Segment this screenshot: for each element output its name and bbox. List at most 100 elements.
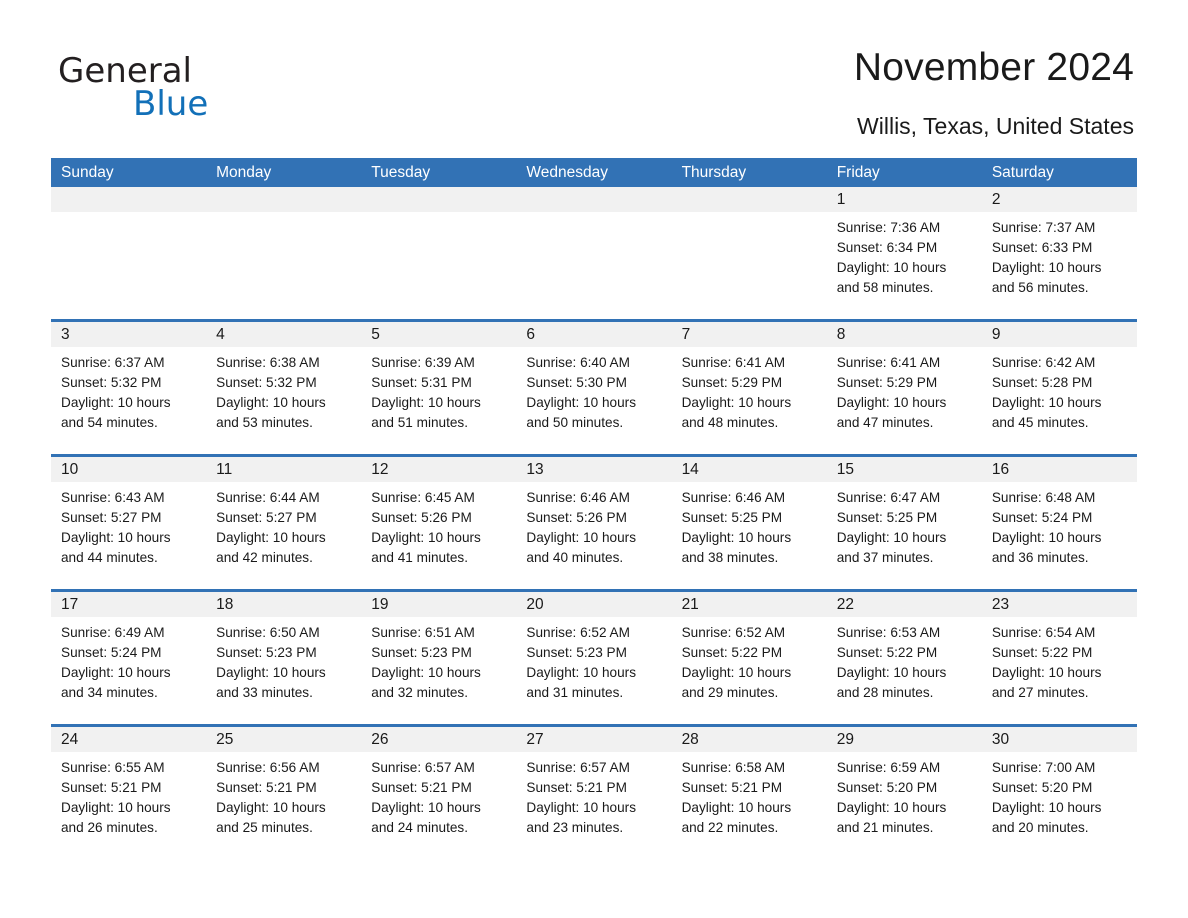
calendar-day-cell[interactable]: 29 Sunrise: 6:59 AM Sunset: 5:20 PM Dayligh…	[826, 727, 982, 859]
daylight-text-line1: Daylight: 10 hours	[836, 800, 947, 815]
daylight-text-line1: Daylight: 10 hours	[371, 530, 481, 545]
day-details: Sunrise: 6:58 AM Sunset: 5:21 PM Daylight:…	[672, 752, 827, 838]
day-number: 23	[991, 596, 1010, 613]
daylight-text-line1: Daylight: 10 hours	[836, 260, 947, 275]
sunrise-text: Sunrise: 6:58 AM	[681, 760, 786, 775]
calendar-day-cell[interactable]: 2 Sunrise: 7:37 AM Sunset: 6:33 PM Daylight…	[981, 187, 1137, 319]
day-number-band: 28	[671, 727, 827, 752]
daylight-text-line2: and 33 minutes.	[216, 685, 313, 700]
day-details: Sunrise: 6:49 AM Sunset: 5:24 PM Daylight:…	[51, 617, 206, 703]
day-details: Sunrise: 6:46 AM Sunset: 5:26 PM Daylight:…	[516, 482, 671, 568]
daylight-text-line2: and 38 minutes.	[681, 550, 779, 565]
calendar-day-cell[interactable]: 21 Sunrise: 6:52 AM Sunset: 5:22 PM Dayligh…	[671, 592, 827, 724]
day-details: Sunrise: 7:36 AM Sunset: 6:34 PM Daylight:…	[827, 212, 982, 298]
calendar-weeks: 1 Sunrise: 7:36 AM Sunset: 6:34 PM Daylight…	[51, 187, 1137, 859]
sunrise-text: Sunrise: 6:56 AM	[216, 760, 320, 775]
calendar-day-cell[interactable]: 12 Sunrise: 6:45 AM Sunset: 5:26 PM Dayligh…	[361, 457, 517, 589]
calendar-day-cell[interactable]: 23 Sunrise: 6:54 AM Sunset: 5:22 PM Dayligh…	[981, 592, 1137, 724]
day-number: 13	[526, 461, 544, 478]
calendar-day-cell[interactable]: 11 Sunrise: 6:44 AM Sunset: 5:27 PM Dayligh…	[206, 457, 362, 589]
day-details: Sunrise: 6:39 AM Sunset: 5:31 PM Daylight:…	[361, 347, 516, 433]
calendar-day-cell-empty[interactable]	[516, 187, 672, 319]
calendar-day-cell[interactable]: 16 Sunrise: 6:48 AM Sunset: 5:24 PM Dayligh…	[981, 457, 1137, 589]
calendar-day-cell[interactable]: 5 Sunrise: 6:39 AM Sunset: 5:31 PM Daylight…	[361, 322, 517, 454]
sunrise-text: Sunrise: 6:48 AM	[991, 490, 1096, 505]
sunset-text: Sunset: 5:31 PM	[371, 375, 472, 390]
day-details: Sunrise: 6:56 AM Sunset: 5:21 PM Daylight:…	[206, 752, 361, 838]
daylight-text-line1: Daylight: 10 hours	[371, 395, 481, 410]
day-details: Sunrise: 6:46 AM Sunset: 5:25 PM Daylight:…	[672, 482, 827, 568]
calendar-day-cell[interactable]: 14 Sunrise: 6:46 AM Sunset: 5:25 PM Dayligh…	[671, 457, 827, 589]
calendar-day-cell[interactable]: 9 Sunrise: 6:42 AM Sunset: 5:28 PM Daylight…	[981, 322, 1137, 454]
generalblue-logo[interactable]: General Blue	[58, 52, 358, 132]
sunrise-text: Sunrise: 6:54 AM	[991, 625, 1096, 640]
day-number-band: 3	[51, 322, 207, 347]
daylight-text-line1: Daylight: 10 hours	[991, 800, 1102, 815]
day-details: Sunrise: 6:52 AM Sunset: 5:22 PM Daylight:…	[672, 617, 827, 703]
calendar-day-cell-empty[interactable]	[361, 187, 517, 319]
sunset-text: Sunset: 5:25 PM	[681, 510, 783, 525]
day-number-band: 22	[826, 592, 982, 617]
calendar-day-cell[interactable]: 19 Sunrise: 6:51 AM Sunset: 5:23 PM Dayligh…	[361, 592, 517, 724]
day-number: 1	[836, 191, 846, 208]
sunrise-text: Sunrise: 6:41 AM	[681, 355, 786, 370]
daylight-text-line1: Daylight: 10 hours	[216, 395, 326, 410]
day-number-band: 10	[51, 457, 207, 482]
calendar-day-cell[interactable]: 24 Sunrise: 6:55 AM Sunset: 5:21 PM Dayligh…	[51, 727, 207, 859]
day-details: Sunrise: 6:59 AM Sunset: 5:20 PM Daylight:…	[827, 752, 982, 838]
day-number-band: 5	[361, 322, 517, 347]
calendar-day-cell[interactable]: 1 Sunrise: 7:36 AM Sunset: 6:34 PM Daylight…	[826, 187, 982, 319]
calendar-day-cell-empty[interactable]	[206, 187, 362, 319]
sunset-text: Sunset: 5:22 PM	[836, 645, 938, 660]
calendar-day-cell[interactable]: 25 Sunrise: 6:56 AM Sunset: 5:21 PM Dayligh…	[206, 727, 362, 859]
sunset-text: Sunset: 5:29 PM	[836, 375, 938, 390]
sunrise-text: Sunrise: 6:57 AM	[526, 760, 630, 775]
day-header-thursday: Thursday	[681, 164, 747, 181]
daylight-text-line1: Daylight: 10 hours	[61, 530, 171, 545]
calendar-day-cell[interactable]: 17 Sunrise: 6:49 AM Sunset: 5:24 PM Dayligh…	[51, 592, 207, 724]
calendar-day-cell[interactable]: 30 Sunrise: 7:00 AM Sunset: 5:20 PM Dayligh…	[981, 727, 1137, 859]
day-details: Sunrise: 6:43 AM Sunset: 5:27 PM Daylight:…	[51, 482, 206, 568]
day-number: 21	[681, 596, 699, 613]
day-number: 20	[526, 596, 544, 613]
calendar-day-cell[interactable]: 26 Sunrise: 6:57 AM Sunset: 5:21 PM Dayligh…	[361, 727, 517, 859]
daylight-text-line2: and 41 minutes.	[371, 550, 469, 565]
calendar-day-cell[interactable]: 27 Sunrise: 6:57 AM Sunset: 5:21 PM Dayligh…	[516, 727, 672, 859]
day-number: 5	[371, 326, 380, 343]
sunrise-text: Sunrise: 6:53 AM	[836, 625, 941, 640]
daylight-text-line2: and 23 minutes.	[526, 820, 624, 835]
calendar-day-cell[interactable]: 8 Sunrise: 6:41 AM Sunset: 5:29 PM Daylight…	[826, 322, 982, 454]
calendar-day-cell[interactable]: 20 Sunrise: 6:52 AM Sunset: 5:23 PM Dayligh…	[516, 592, 672, 724]
calendar-week-row: 1 Sunrise: 7:36 AM Sunset: 6:34 PM Daylight…	[51, 187, 1137, 319]
daylight-text-line1: Daylight: 10 hours	[681, 665, 792, 680]
calendar-day-cell[interactable]: 18 Sunrise: 6:50 AM Sunset: 5:23 PM Dayligh…	[206, 592, 362, 724]
calendar-day-cell[interactable]: 10 Sunrise: 6:43 AM Sunset: 5:27 PM Dayligh…	[51, 457, 207, 589]
daylight-text-line2: and 32 minutes.	[371, 685, 469, 700]
day-header-sunday: Sunday	[61, 164, 114, 181]
sunset-text: Sunset: 5:27 PM	[216, 510, 317, 525]
sunset-text: Sunset: 5:21 PM	[681, 780, 783, 795]
day-number: 26	[371, 731, 389, 748]
calendar-day-cell[interactable]: 22 Sunrise: 6:53 AM Sunset: 5:22 PM Dayligh…	[826, 592, 982, 724]
calendar-day-cell[interactable]: 13 Sunrise: 6:46 AM Sunset: 5:26 PM Dayligh…	[516, 457, 672, 589]
calendar-day-cell-empty[interactable]	[51, 187, 207, 319]
calendar-day-cell[interactable]: 28 Sunrise: 6:58 AM Sunset: 5:21 PM Dayligh…	[671, 727, 827, 859]
calendar-week-row: 3 Sunrise: 6:37 AM Sunset: 5:32 PM Daylight…	[51, 319, 1137, 454]
calendar-day-cell-empty[interactable]	[671, 187, 827, 319]
day-number-band: 21	[671, 592, 827, 617]
sunrise-text: Sunrise: 6:57 AM	[371, 760, 475, 775]
calendar-day-cell[interactable]: 3 Sunrise: 6:37 AM Sunset: 5:32 PM Daylight…	[51, 322, 207, 454]
daylight-text-line2: and 54 minutes.	[61, 415, 158, 430]
calendar-day-cell[interactable]: 4 Sunrise: 6:38 AM Sunset: 5:32 PM Daylight…	[206, 322, 362, 454]
day-number: 29	[836, 731, 854, 748]
daylight-text-line2: and 51 minutes.	[371, 415, 469, 430]
calendar-day-cell[interactable]: 7 Sunrise: 6:41 AM Sunset: 5:29 PM Daylight…	[671, 322, 827, 454]
calendar-day-cell[interactable]: 15 Sunrise: 6:47 AM Sunset: 5:25 PM Dayligh…	[826, 457, 982, 589]
calendar-week-row: 10 Sunrise: 6:43 AM Sunset: 5:27 PM Dayligh…	[51, 454, 1137, 589]
daylight-text-line2: and 34 minutes.	[61, 685, 158, 700]
day-number-band: 30	[981, 727, 1137, 752]
day-details: Sunrise: 6:48 AM Sunset: 5:24 PM Daylight:…	[982, 482, 1137, 568]
page-title: November 2024	[853, 46, 1134, 89]
calendar-day-cell[interactable]: 6 Sunrise: 6:40 AM Sunset: 5:30 PM Daylight…	[516, 322, 672, 454]
day-number: 27	[526, 731, 544, 748]
